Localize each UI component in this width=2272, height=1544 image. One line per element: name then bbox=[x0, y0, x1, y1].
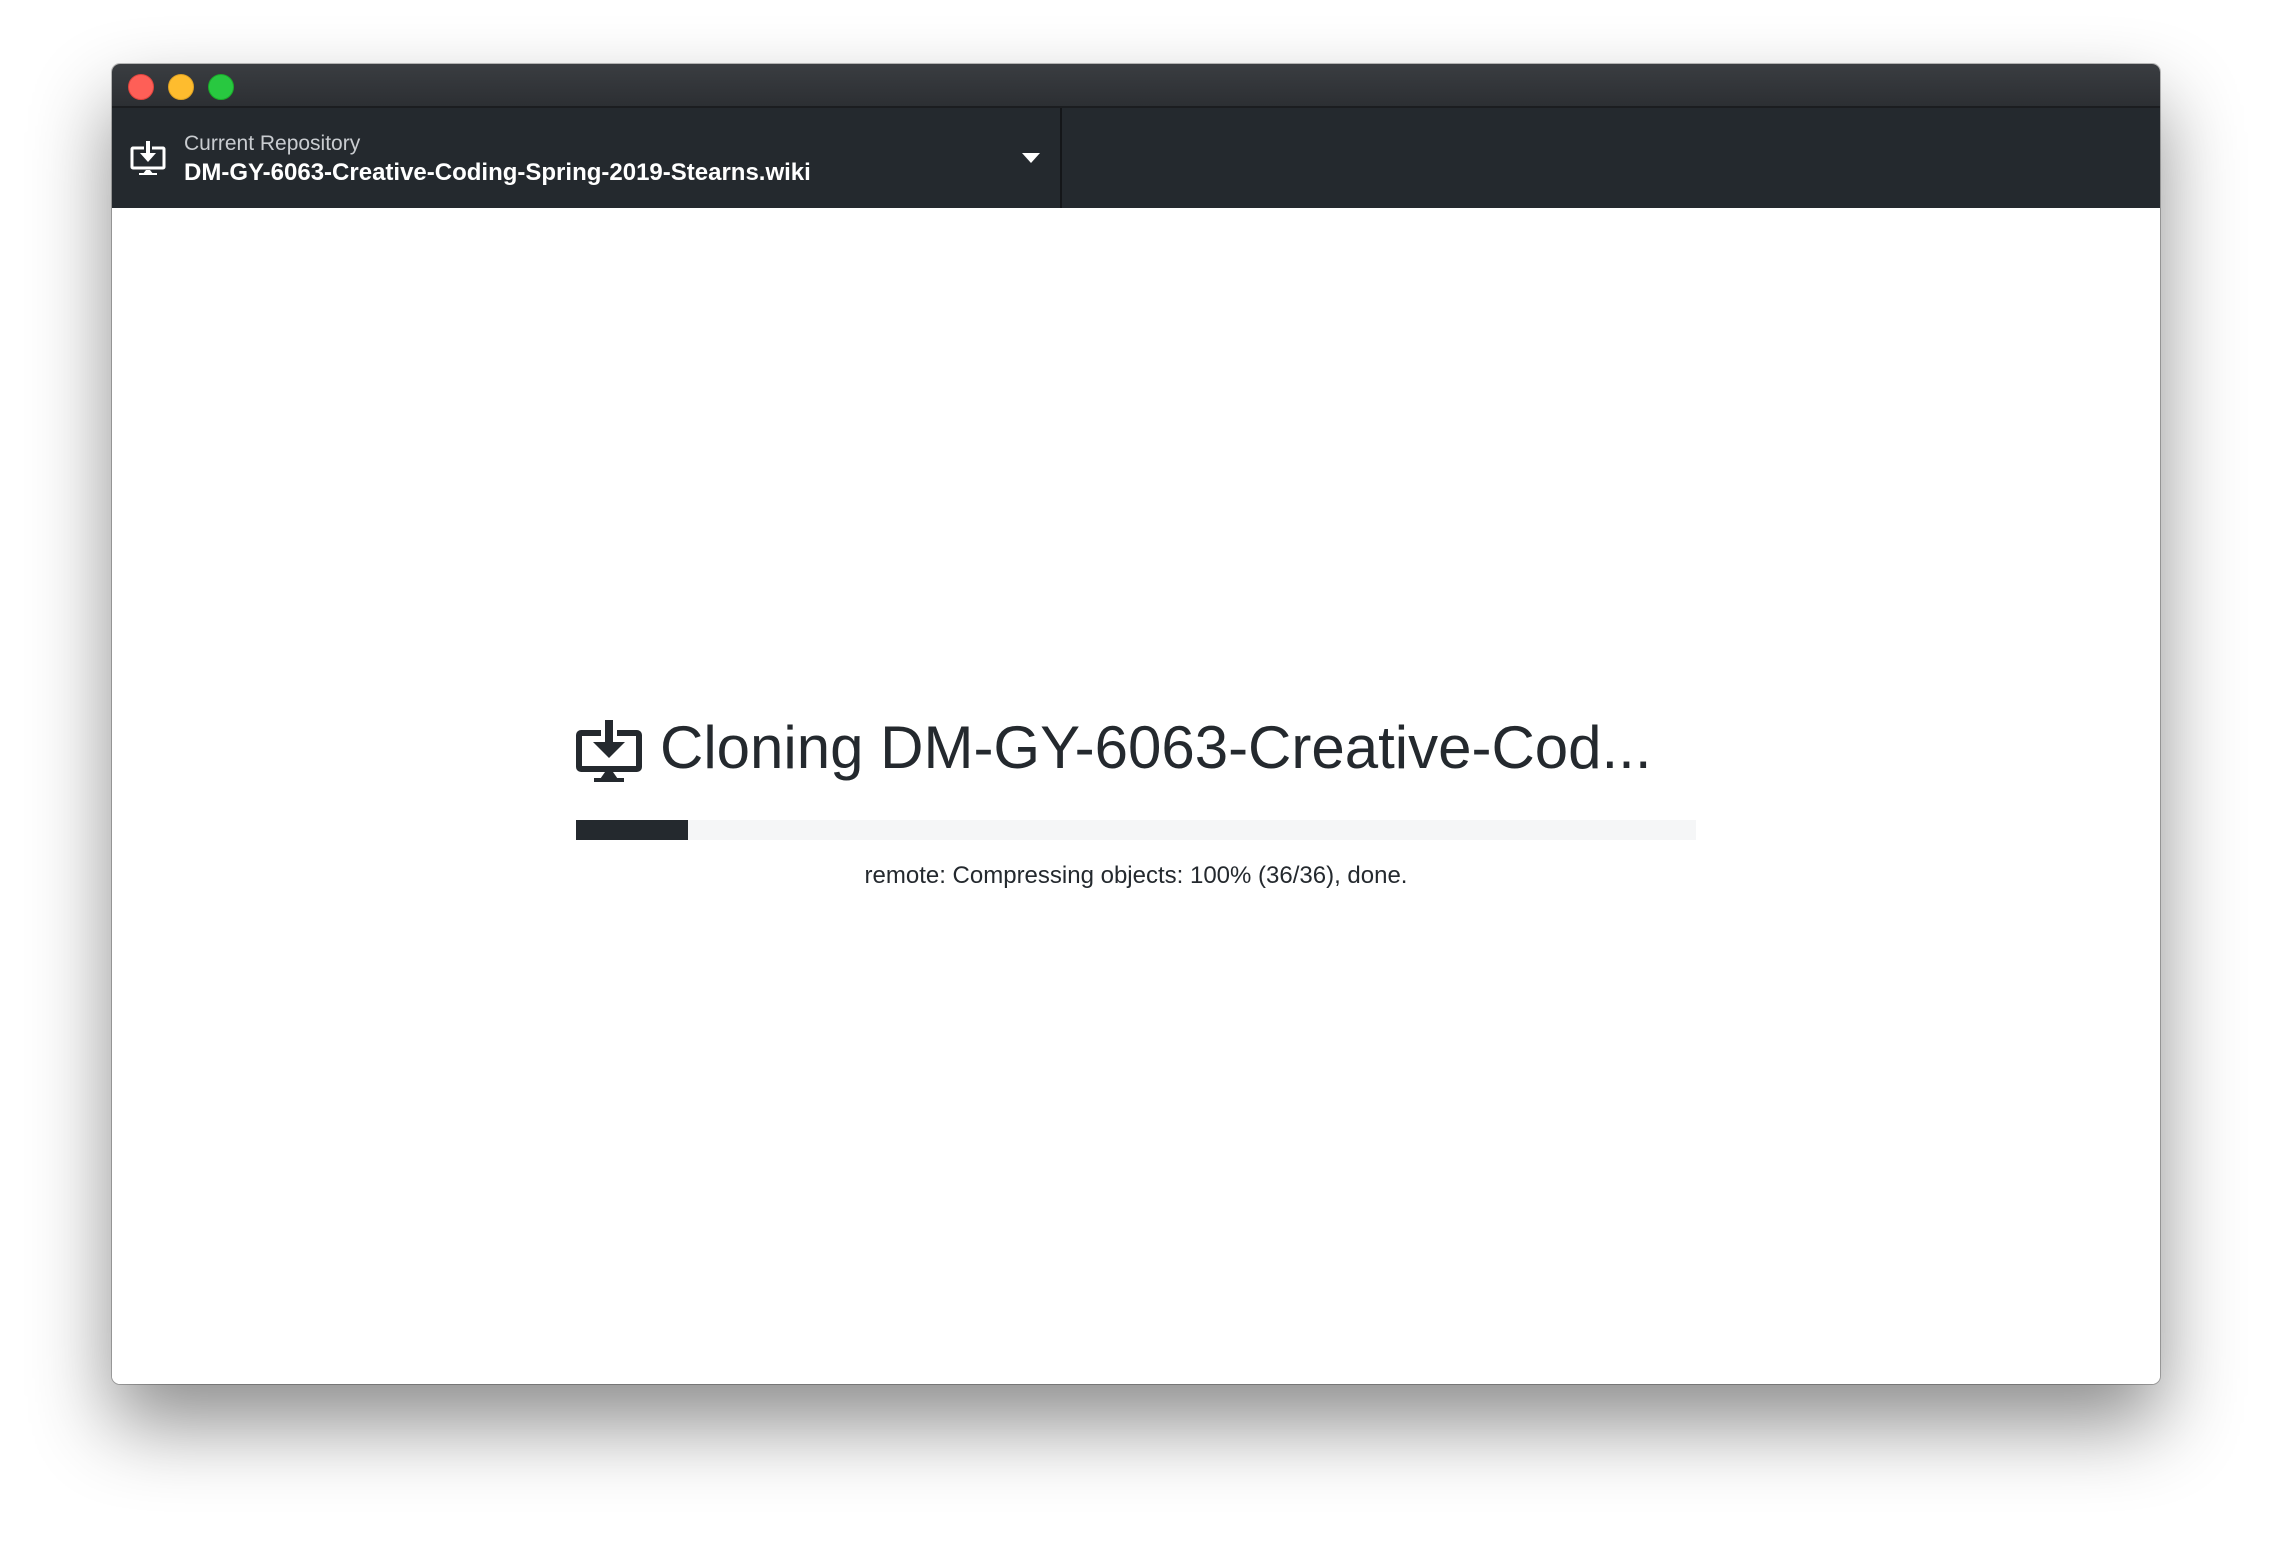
clone-progress-fill bbox=[576, 820, 688, 840]
chevron-down-icon bbox=[1022, 153, 1040, 163]
main-content: Cloning DM-GY-6063-Creative-Cod... remot… bbox=[112, 208, 2160, 1384]
clone-status-text: remote: Compressing objects: 100% (36/36… bbox=[864, 862, 1408, 889]
close-window-button[interactable] bbox=[128, 74, 154, 100]
title-bar bbox=[112, 64, 2160, 108]
app-window: Current Repository DM-GY-6063-Creative-C… bbox=[112, 64, 2160, 1384]
current-repository-label: Current Repository bbox=[184, 132, 361, 155]
minimize-window-button[interactable] bbox=[168, 74, 194, 100]
current-repository-name: DM-GY-6063-Creative-Coding-Spring-2019-S… bbox=[184, 159, 811, 186]
toolbar: Current Repository DM-GY-6063-Creative-C… bbox=[112, 108, 2160, 208]
maximize-window-button[interactable] bbox=[208, 74, 234, 100]
clone-repo-icon bbox=[130, 141, 166, 175]
clone-progress-bar bbox=[576, 820, 1696, 840]
current-repository-selector[interactable]: Current Repository DM-GY-6063-Creative-C… bbox=[112, 108, 1062, 208]
clone-title: Cloning DM-GY-6063-Creative-Cod... bbox=[660, 714, 1652, 781]
clone-repo-icon bbox=[576, 720, 642, 782]
